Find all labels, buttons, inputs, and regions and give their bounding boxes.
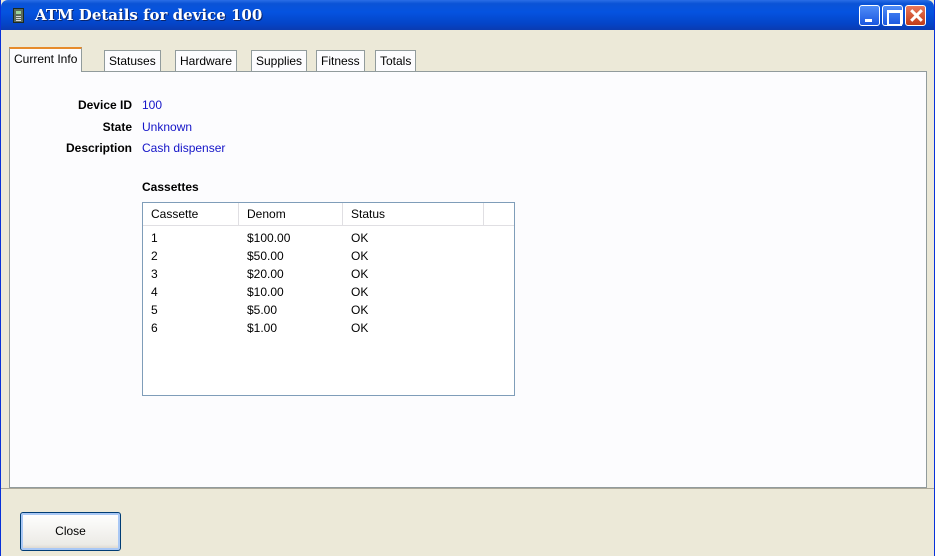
cassette-number: 5 xyxy=(151,303,158,317)
cassette-denom: $10.00 xyxy=(247,285,284,299)
cassette-status: OK xyxy=(351,285,369,299)
close-button[interactable]: Close xyxy=(20,512,121,551)
tab-current-info[interactable]: Current Info xyxy=(9,47,83,72)
device-id-value: 100 xyxy=(142,98,163,112)
cassette-number: 4 xyxy=(151,285,158,299)
list-item[interactable]: 6 $1.00 OK xyxy=(143,320,514,338)
atm-icon xyxy=(13,8,24,23)
column-header-cassette[interactable]: Cassette xyxy=(143,203,239,225)
atm-details-window: ATM Details for device 100 Current Info … xyxy=(0,0,935,556)
tab-supplies[interactable]: Supplies xyxy=(251,50,308,71)
description-label: Description xyxy=(65,141,132,155)
cassette-number: 1 xyxy=(151,231,158,245)
list-item[interactable]: 2 $50.00 OK xyxy=(143,248,514,266)
cassette-denom: $20.00 xyxy=(247,267,284,281)
cassette-status: OK xyxy=(351,249,369,263)
cassette-status: OK xyxy=(351,267,369,281)
tab-hardware[interactable]: Hardware xyxy=(175,50,238,71)
tab-statuses[interactable]: Statuses xyxy=(104,50,161,71)
column-header-denom[interactable]: Denom xyxy=(239,203,343,225)
list-item[interactable]: 5 $5.00 OK xyxy=(143,302,514,320)
cassette-number: 3 xyxy=(151,267,158,281)
title-bar[interactable]: ATM Details for device 100 xyxy=(1,0,934,30)
cassette-status: OK xyxy=(351,303,369,317)
state-label: State xyxy=(102,120,132,134)
device-id-label: Device ID xyxy=(77,98,132,112)
cassette-denom: $100.00 xyxy=(247,231,291,245)
cassette-denom: $1.00 xyxy=(247,321,278,335)
cassette-status: OK xyxy=(351,321,369,335)
description-value: Cash dispenser xyxy=(142,141,226,155)
cassettes-list[interactable]: Cassette Denom Status 1 $100.00 OK 2 $50… xyxy=(142,202,515,396)
window-title: ATM Details for device 100 xyxy=(35,6,263,24)
column-header-status[interactable]: Status xyxy=(343,203,484,225)
cassette-denom: $5.00 xyxy=(247,303,278,317)
cassette-denom: $50.00 xyxy=(247,249,284,263)
tab-totals[interactable]: Totals xyxy=(375,50,417,71)
cassettes-heading: Cassettes xyxy=(142,180,199,194)
maximize-icon[interactable] xyxy=(882,5,903,26)
cassette-number: 6 xyxy=(151,321,158,335)
list-item[interactable]: 1 $100.00 OK xyxy=(143,230,514,248)
cassette-status: OK xyxy=(351,231,369,245)
list-header: Cassette Denom Status xyxy=(143,203,514,226)
list-item[interactable]: 3 $20.00 OK xyxy=(143,266,514,284)
column-header-filler[interactable] xyxy=(484,203,514,225)
close-icon[interactable] xyxy=(905,5,926,26)
tab-fitness[interactable]: Fitness xyxy=(316,50,365,71)
cassette-number: 2 xyxy=(151,249,158,263)
current-info-panel: Device ID 100 State Unknown Description … xyxy=(9,71,927,488)
state-value: Unknown xyxy=(142,120,193,134)
footer-divider xyxy=(1,488,934,489)
minimize-icon[interactable] xyxy=(859,5,880,26)
list-item[interactable]: 4 $10.00 OK xyxy=(143,284,514,302)
